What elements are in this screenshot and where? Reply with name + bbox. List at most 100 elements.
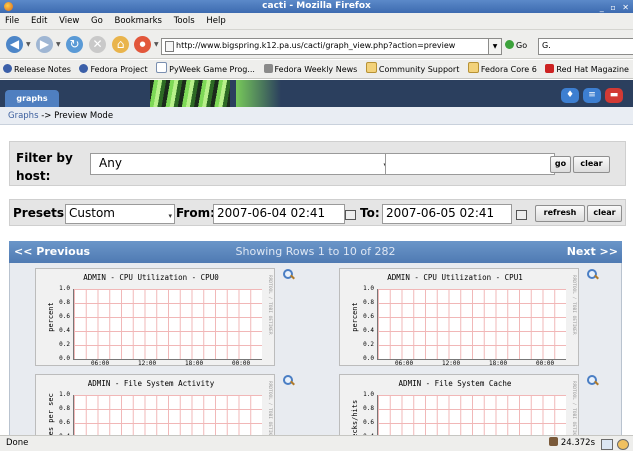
graph-plot-area xyxy=(73,289,262,360)
firefox-icon xyxy=(4,2,13,11)
graph-x-tick: 00:00 xyxy=(232,360,251,367)
bookmark-fedora-core-6[interactable]: Fedora Core 6 xyxy=(467,60,537,78)
graph-card[interactable]: ADMIN - CPU Utilization - CPU0 percent RRD… xyxy=(35,268,275,367)
back-dropdown-icon[interactable]: ▼ xyxy=(26,41,31,48)
zoom-graph-icon[interactable] xyxy=(283,375,295,386)
presets-select[interactable]: Custom ▾ xyxy=(65,204,175,224)
bookmark-label: Release Notes xyxy=(14,65,71,74)
clear-timespan-button[interactable]: clear xyxy=(587,205,622,222)
bookmark-red-hat-magazine[interactable]: Red Hat Magazine xyxy=(545,60,629,78)
pager-bar: Showing Rows 1 to 10 of 282 << Previous … xyxy=(9,241,622,263)
preview-view-icon[interactable]: ▬ xyxy=(605,88,623,103)
clear-filter-button[interactable]: clear xyxy=(573,156,610,173)
host-select-value: Any xyxy=(99,156,122,170)
search-field[interactable]: G. xyxy=(538,38,633,55)
next-page-link[interactable]: Next >> xyxy=(567,241,618,263)
graph-x-tick: 06:00 xyxy=(91,360,110,367)
graph-y-tick: 0.8 xyxy=(363,299,374,306)
menu-file[interactable]: File xyxy=(5,16,19,26)
cacti-logo-graphic xyxy=(150,80,230,107)
graph-card[interactable]: ADMIN - File System Activity rites per se… xyxy=(35,374,275,435)
go-label: Go xyxy=(516,41,528,50)
go-button[interactable]: Go xyxy=(505,38,527,53)
graph-y-tick: 0.8 xyxy=(59,299,70,306)
reload-icon[interactable]: ↻ xyxy=(66,36,83,53)
page-icon xyxy=(156,62,168,73)
menu-go[interactable]: Go xyxy=(91,16,103,26)
people-icon xyxy=(263,64,273,73)
calendar-icon[interactable] xyxy=(516,210,527,220)
graph-x-tick: 12:00 xyxy=(442,360,461,367)
load-time-value: 24.372s xyxy=(560,438,595,448)
navigation-toolbar: ◀ ▼ ▶ ▼ ↻ ✕ ⌂ ● ▼ http://www.bigspring.k… xyxy=(0,30,633,59)
fedora-icon xyxy=(79,64,89,73)
folder-icon xyxy=(467,62,479,73)
menu-bookmarks[interactable]: Bookmarks xyxy=(114,16,162,26)
filter-host-label: Filter by host: xyxy=(16,151,73,183)
to-date-input[interactable]: 2007-06-05 02:41 xyxy=(382,204,512,224)
menu-edit[interactable]: Edit xyxy=(31,16,47,26)
zoom-graph-icon[interactable] xyxy=(283,269,295,280)
filter-text-input[interactable] xyxy=(385,153,555,175)
magnifier-handle xyxy=(594,274,599,280)
bookmark-label: Fedora Weekly News xyxy=(274,65,358,74)
redhat-icon xyxy=(545,64,555,73)
graph-y-tick: 0.8 xyxy=(59,405,70,412)
tab-graphs[interactable]: graphs xyxy=(5,90,59,107)
graph-y-tick: 0.0 xyxy=(59,355,70,362)
addon-icon[interactable]: ● xyxy=(134,36,151,53)
forward-icon[interactable]: ▶ xyxy=(36,36,53,53)
menu-help[interactable]: Help xyxy=(206,16,225,26)
url-history-dropdown[interactable]: ▼ xyxy=(488,38,502,55)
breadcrumb-separator: -> xyxy=(38,111,55,121)
url-field[interactable]: http://www.bigspring.k12.pa.us/cacti/gra… xyxy=(161,38,501,55)
zoom-graph-icon[interactable] xyxy=(587,269,599,280)
refresh-button[interactable]: refresh xyxy=(535,205,585,222)
window-titlebar: cacti - Mozilla Firefox _ ▫ ✕ xyxy=(0,0,633,13)
graph-y-tick: 1.0 xyxy=(59,391,70,398)
graph-card[interactable]: ADMIN - CPU Utilization - CPU1 percent RRD… xyxy=(339,268,579,367)
stop-icon[interactable]: ✕ xyxy=(89,36,106,53)
zoom-graph-icon[interactable] xyxy=(587,375,599,386)
magnifier-handle xyxy=(290,380,295,386)
go-icon xyxy=(505,40,514,49)
home-icon[interactable]: ⌂ xyxy=(112,36,129,53)
graph-y-tick: 0.6 xyxy=(363,313,374,320)
graph-y-tick: 0.0 xyxy=(363,355,374,362)
from-date-input[interactable]: 2007-06-04 02:41 xyxy=(213,204,345,224)
screen-icon[interactable] xyxy=(601,439,613,450)
bookmark-label: Fedora Project xyxy=(90,65,148,74)
to-label: To: xyxy=(360,206,380,220)
menu-view[interactable]: View xyxy=(59,16,79,26)
graph-card[interactable]: ADMIN - File System Cache checks/hits RRDT… xyxy=(339,374,579,435)
load-time: 24.372s xyxy=(548,436,595,451)
bookmark-fedora-weekly-news[interactable]: Fedora Weekly News xyxy=(263,60,358,78)
go-filter-button[interactable]: go xyxy=(550,156,571,173)
graph-watermark: RRDTOOL / TOBI OETIKER xyxy=(571,275,576,335)
forward-dropdown-icon[interactable]: ▼ xyxy=(56,41,61,48)
presets-value: Custom xyxy=(69,206,115,220)
menu-tools[interactable]: Tools xyxy=(174,16,195,26)
chevron-down-icon: ▾ xyxy=(168,212,172,220)
bookmark-community-support[interactable]: Community Support xyxy=(365,60,459,78)
addon-dropdown-icon[interactable]: ▼ xyxy=(154,41,159,48)
host-select[interactable]: Any▾ xyxy=(90,153,390,175)
menu-bar: File Edit View Go Bookmarks Tools Help xyxy=(0,13,633,30)
graph-y-tick: 0.4 xyxy=(59,327,70,334)
back-icon[interactable]: ◀ xyxy=(6,36,23,53)
graph-y-tick: 0.8 xyxy=(363,405,374,412)
bookmark-release-notes[interactable]: Release Notes xyxy=(3,60,71,78)
graph-x-tick: 18:00 xyxy=(185,360,204,367)
previous-page-link[interactable]: << Previous xyxy=(14,241,90,263)
from-label: From: xyxy=(176,206,215,220)
calendar-icon[interactable] xyxy=(345,210,356,220)
graph-title: ADMIN - File System Activity xyxy=(87,379,215,388)
list-view-icon[interactable]: ≡ xyxy=(583,88,601,103)
status-addon-icon[interactable] xyxy=(617,439,629,450)
bookmark-pyweek[interactable]: PyWeek Game Prog... xyxy=(156,60,255,78)
bookmark-fedora-project[interactable]: Fedora Project xyxy=(79,60,148,78)
breadcrumb-graphs-link[interactable]: Graphs xyxy=(8,111,39,121)
graph-x-tick: 12:00 xyxy=(138,360,157,367)
tree-view-icon[interactable]: ♦ xyxy=(561,88,579,103)
graph-y-tick: 0.2 xyxy=(59,341,70,348)
